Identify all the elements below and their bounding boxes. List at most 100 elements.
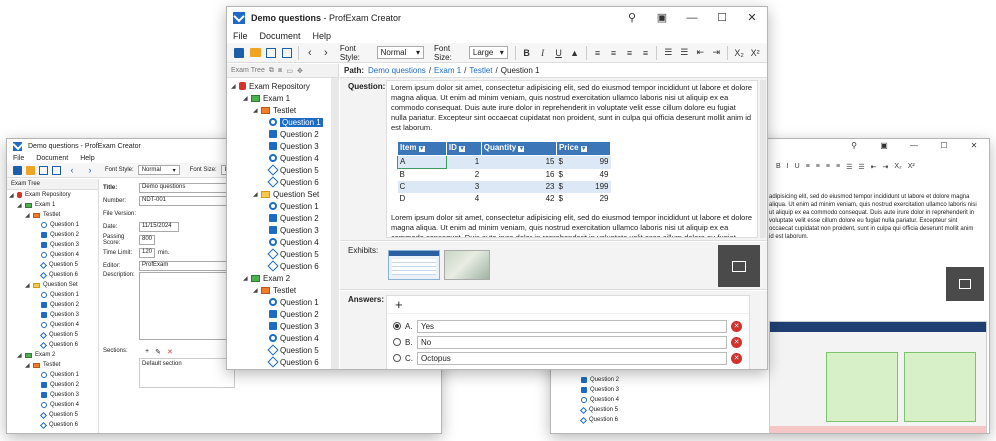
tree-e2-q6[interactable]: Question 6 [231, 356, 338, 368]
tree-q3[interactable]: Question 3 [581, 385, 619, 395]
tree-e2-q1[interactable]: Question 1 [231, 296, 338, 308]
table-cell[interactable]: 1 [446, 156, 481, 169]
tree-q2[interactable]: Question 2 [581, 375, 619, 385]
tree-scrollbar[interactable] [331, 78, 339, 369]
table-cell[interactable]: $ [556, 169, 574, 182]
tree-q3[interactable]: Question 3 [231, 140, 338, 152]
indent-icon[interactable]: ⇥ [710, 46, 722, 60]
align-center-icon[interactable]: ≡ [816, 163, 820, 171]
forward-icon[interactable]: › [83, 163, 97, 177]
maximize-icon[interactable]: ☐ [707, 7, 737, 29]
help-icon[interactable]: ⚲ [617, 7, 647, 29]
tree-e2-q4[interactable]: Question 4 [9, 400, 98, 410]
tree-folder-icon[interactable]: ▭ [286, 67, 293, 75]
answer-radio-b[interactable] [393, 338, 401, 346]
tree-q5[interactable]: Question 5 [231, 164, 338, 176]
tree-q6[interactable]: Question 6 [231, 176, 338, 188]
font-style-select[interactable]: Normal ▾ [376, 46, 425, 59]
date-input[interactable]: 11/15/2024 [139, 221, 179, 232]
tree-set-q2[interactable]: Question 2 [9, 300, 98, 310]
description-textarea[interactable] [139, 272, 235, 340]
italic-icon[interactable]: I [537, 46, 549, 60]
delete-icon[interactable]: ✕ [167, 348, 173, 358]
highlight-icon[interactable]: ▲ [569, 46, 581, 60]
tree-q5[interactable]: Question 5 [579, 405, 619, 415]
tree-q1-selected[interactable]: Question 1 [231, 116, 338, 128]
tree-question-set[interactable]: ◢ Question Set [9, 280, 98, 290]
menu-file[interactable]: File [233, 31, 248, 41]
table-cell[interactable]: 4 [446, 193, 481, 205]
table-cell[interactable]: 3 [446, 181, 481, 193]
maximize-icon[interactable]: ☐ [929, 139, 959, 153]
tree-e2-q6[interactable]: Question 6 [9, 420, 98, 430]
add-exhibit-button[interactable] [946, 267, 984, 301]
tree-e2-q5[interactable]: Question 5 [231, 344, 338, 356]
tree-set-q3[interactable]: Question 3 [231, 224, 338, 236]
answer-radio-a[interactable] [393, 322, 401, 330]
tree-e2-q2[interactable]: Question 2 [231, 308, 338, 320]
tree-root[interactable]: ◢ Exam Repository [231, 80, 338, 92]
tree-q2[interactable]: Question 2 [9, 230, 98, 240]
tree-q4[interactable]: Question 4 [9, 250, 98, 260]
right-question-text[interactable]: adipisicing elit, sed do eiusmod tempor … [769, 193, 979, 257]
col-header-quantity[interactable]: Quantity ▼ [480, 141, 557, 156]
table-cell[interactable]: 23 [481, 181, 556, 193]
answer-radio-c[interactable] [393, 354, 401, 362]
tree-set-q2[interactable]: Question 2 [231, 212, 338, 224]
underline-icon[interactable]: U [795, 163, 800, 171]
tree-exam2-testlet[interactable]: ◢ Testlet [9, 360, 98, 370]
passing-score-input[interactable]: 800 [139, 234, 155, 245]
export-icon[interactable] [52, 165, 61, 175]
tree-e2-q1[interactable]: Question 1 [9, 370, 98, 380]
path-demo-questions[interactable]: Demo questions [368, 66, 426, 75]
tree-exam2-testlet[interactable]: ◢ Testlet [231, 284, 338, 296]
col-header-price[interactable]: Price ▼ [555, 141, 612, 156]
title-input[interactable]: Demo questions [139, 182, 235, 193]
import-icon[interactable] [39, 165, 48, 175]
tree-set-q4[interactable]: Question 4 [231, 236, 338, 248]
underline-icon[interactable]: U [553, 46, 565, 60]
tree-copy-icon[interactable]: ⧉ [269, 67, 274, 75]
table-cell[interactable]: 99 [574, 156, 610, 169]
tree-exam2[interactable]: ◢ Exam 2 [231, 272, 338, 284]
tree-root[interactable]: ◢ Exam Repository [9, 190, 98, 200]
tree-exam1[interactable]: ◢ Exam 1 [9, 200, 98, 210]
answer-input-b[interactable]: No [417, 335, 727, 349]
justify-icon[interactable]: ≡ [836, 163, 840, 171]
table-cell[interactable]: B [398, 169, 447, 182]
bold-icon[interactable]: B [776, 163, 781, 171]
table-cell[interactable]: $ [556, 193, 574, 205]
table-cell[interactable]: $ [556, 156, 574, 169]
tree-exam1[interactable]: ◢ Exam 1 [231, 92, 338, 104]
table-cell[interactable]: 199 [574, 181, 610, 193]
superscript-icon[interactable]: X² [908, 163, 915, 171]
delete-answer-icon[interactable]: ✕ [731, 336, 742, 348]
tree-testlet[interactable]: ◢ Testlet [231, 104, 338, 116]
col-header-id[interactable]: ID ▼ [445, 141, 482, 156]
tree-e2-q4[interactable]: Question 4 [231, 332, 338, 344]
tree-set-q6[interactable]: Question 6 [9, 340, 98, 350]
table-cell[interactable]: D [398, 193, 447, 205]
list-icon[interactable]: ☰ [846, 163, 852, 171]
align-center-icon[interactable]: ≡ [607, 46, 619, 60]
save-icon[interactable] [233, 46, 245, 60]
tree-exam2[interactable]: ◢ Exam 2 [9, 350, 98, 360]
tree-set-q4[interactable]: Question 4 [9, 320, 98, 330]
open-folder-icon[interactable] [26, 165, 35, 175]
bold-icon[interactable]: B [521, 46, 533, 60]
delete-answer-icon[interactable]: ✕ [731, 352, 742, 364]
menu-file[interactable]: File [13, 155, 24, 162]
indent-icon[interactable]: ⇥ [883, 163, 889, 171]
help-icon[interactable]: ⚲ [839, 139, 869, 153]
exam-tree-tab[interactable]: Exam Tree [7, 179, 98, 190]
number-input[interactable]: NDT-001 [139, 195, 235, 206]
font-style-select[interactable]: Normal ▾ [137, 165, 180, 175]
question-editor[interactable]: Lorem ipsum dolor sit amet, consectetur … [386, 80, 758, 238]
tree-q6[interactable]: Question 6 [579, 415, 619, 425]
editor-input[interactable]: ProfExam [139, 260, 235, 271]
tree-set-q6[interactable]: Question 6 [231, 260, 338, 272]
tree-set-q5[interactable]: Question 5 [9, 330, 98, 340]
align-left-icon[interactable]: ≡ [591, 46, 603, 60]
back-icon[interactable]: ‹ [304, 46, 316, 60]
tree-e2-q3[interactable]: Question 3 [9, 390, 98, 400]
